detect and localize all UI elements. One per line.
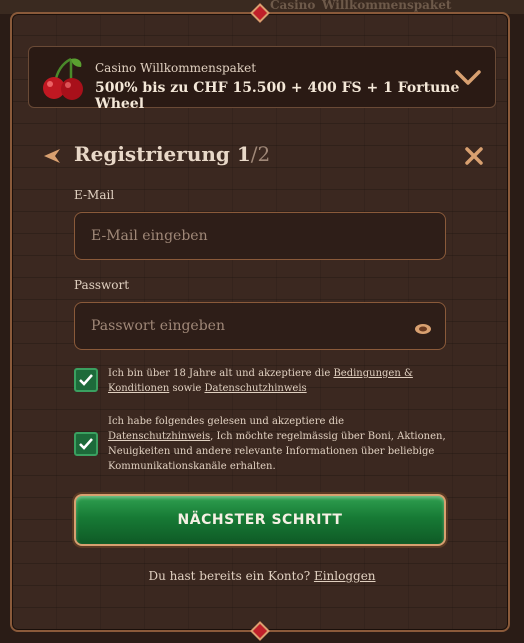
close-icon[interactable] [464,146,484,170]
marketing-consent-checkbox[interactable] [74,432,98,456]
back-arrow-icon[interactable] [42,148,62,168]
page-title: Registrierung 1/2 [74,142,270,166]
age-terms-checkbox[interactable] [74,368,98,392]
next-step-button[interactable]: NÄCHSTER SCHRITT [74,494,446,546]
cherry-icon [41,55,85,105]
login-prompt: Du hast bereits ein Konto? Einloggen [12,569,512,583]
consent-text: sowie [169,383,205,394]
password-label: Passwort [74,278,130,292]
email-label: E-Mail [74,188,115,202]
registration-modal: Casino Willkommenspaket 500% bis zu CHF … [10,3,512,641]
privacy-link[interactable]: Datenschutzhinweis [205,383,307,394]
gem-ornament-icon [250,621,270,641]
welcome-bonus-banner[interactable]: Casino Willkommenspaket 500% bis zu CHF … [28,46,496,112]
password-field[interactable] [74,302,446,350]
consent-text: Ich bin über 18 Jahre alt und akzeptiere… [108,368,334,379]
login-link[interactable]: Einloggen [314,569,376,583]
title-text: Registrierung [74,142,230,166]
consent-text: Ich habe folgendes gelesen und akzeptier… [108,416,345,427]
chevron-down-icon[interactable] [455,69,481,91]
background-text: Willkommenspaket [322,0,452,12]
promo-offer: 500% bis zu CHF 15.500 + 400 FS + 1 Fort… [95,80,460,112]
promo-label: Casino Willkommenspaket [95,61,257,75]
login-question: Du hast bereits ein Konto? [148,569,314,583]
age-terms-text: Ich bin über 18 Jahre alt und akzeptiere… [108,366,448,396]
step-current: 1 [236,142,251,166]
step-total: /2 [250,142,271,166]
privacy-link[interactable]: Datenschutzhinweis [108,431,210,442]
modal-header: Registrierung 1/2 [38,142,488,172]
eye-icon[interactable] [414,320,432,339]
marketing-consent-text: Ich habe folgendes gelesen und akzeptier… [108,414,448,474]
email-field[interactable] [74,212,446,260]
background-text: Casino [270,0,316,12]
